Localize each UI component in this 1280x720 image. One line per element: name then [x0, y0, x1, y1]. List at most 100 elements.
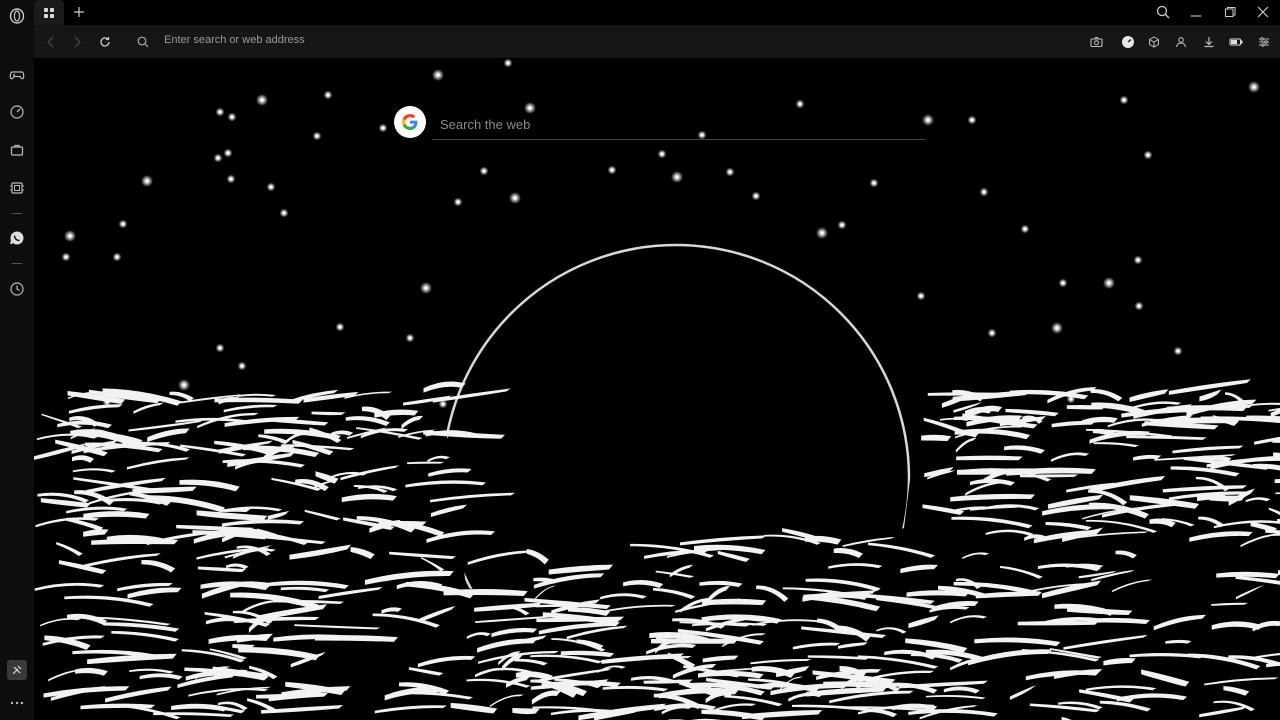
- wave-streak: [1090, 389, 1123, 402]
- wave-streak: [1066, 405, 1107, 410]
- address-search-icon: [134, 33, 152, 51]
- star-core: [269, 185, 273, 189]
- star-core: [728, 170, 732, 174]
- camera-icon[interactable]: [1087, 33, 1105, 51]
- star-core: [182, 383, 186, 387]
- star-core: [326, 93, 330, 97]
- star-core: [456, 200, 460, 204]
- more-icon[interactable]: [7, 693, 27, 713]
- star-core: [145, 179, 149, 183]
- star-core: [260, 98, 264, 102]
- web-search-input[interactable]: [432, 109, 926, 140]
- search-icon: [1156, 5, 1170, 19]
- star-core: [115, 255, 119, 259]
- star-core: [482, 169, 486, 173]
- star-core: [315, 134, 319, 138]
- star-core: [1146, 153, 1150, 157]
- reload-button[interactable]: [96, 33, 114, 51]
- star-core: [610, 168, 614, 172]
- google-icon[interactable]: [394, 106, 426, 138]
- star-core: [1055, 326, 1059, 330]
- star-core: [1176, 349, 1180, 353]
- star-core: [754, 194, 758, 198]
- address-input[interactable]: Enter search or web address: [164, 34, 305, 46]
- wave-streak: [133, 402, 164, 414]
- star-core: [970, 118, 974, 122]
- star-core: [381, 126, 385, 130]
- search-tabs-button[interactable]: [1152, 3, 1174, 21]
- minimize-button[interactable]: [1185, 3, 1207, 21]
- wave-streak: [702, 598, 767, 606]
- star-core: [230, 115, 234, 119]
- wave-streak: [1129, 389, 1169, 402]
- star-core: [240, 364, 244, 368]
- star-core: [1122, 98, 1126, 102]
- address-toolbar: Enter search or web address: [34, 25, 1280, 58]
- star-core: [513, 196, 517, 200]
- star-core: [506, 61, 510, 65]
- search-box: [394, 105, 926, 145]
- wave-streak: [1168, 379, 1251, 395]
- star-core: [441, 402, 445, 406]
- chip-icon[interactable]: [7, 178, 27, 198]
- forward-button[interactable]: [68, 33, 86, 51]
- battery-icon[interactable]: [1227, 33, 1245, 51]
- gamepad-icon[interactable]: [7, 65, 27, 85]
- star-core: [408, 336, 412, 340]
- wave-streak: [512, 707, 540, 715]
- star-core: [229, 177, 233, 181]
- close-button[interactable]: [1252, 3, 1274, 21]
- star-core: [64, 255, 68, 259]
- star-core: [1023, 227, 1027, 231]
- tab-strip: [34, 0, 1280, 25]
- star-core: [820, 231, 824, 235]
- history-icon[interactable]: [7, 279, 27, 299]
- back-button[interactable]: [42, 33, 60, 51]
- speed-icon[interactable]: [1119, 33, 1137, 51]
- wave-streak: [68, 404, 123, 414]
- briefcase-icon[interactable]: [7, 140, 27, 160]
- star-core: [424, 286, 428, 290]
- cube-icon[interactable]: [1145, 33, 1163, 51]
- star-core: [1252, 85, 1256, 89]
- new-tab-button[interactable]: [70, 3, 88, 21]
- reload-icon: [100, 37, 110, 47]
- star-core: [1137, 304, 1141, 308]
- speed-dial-page: [34, 58, 1280, 720]
- sidebar: [0, 0, 35, 720]
- star-core: [919, 294, 923, 298]
- star-core: [990, 331, 994, 335]
- star-core: [436, 73, 440, 77]
- settings-tool-icon[interactable]: [7, 660, 27, 680]
- star-core: [1136, 258, 1140, 262]
- star-core: [660, 152, 664, 156]
- star-core: [218, 110, 222, 114]
- minimize-icon: [1191, 15, 1201, 17]
- star-core: [982, 190, 986, 194]
- sidebar-divider: [12, 263, 22, 264]
- opera-logo-icon[interactable]: [7, 6, 27, 26]
- chevron-right-icon: [74, 36, 81, 48]
- tab-speed-dial[interactable]: [34, 0, 64, 25]
- star-core: [872, 181, 876, 185]
- star-core: [1061, 281, 1065, 285]
- grid-icon: [44, 7, 54, 18]
- close-icon: [1257, 6, 1269, 18]
- star-core: [1107, 281, 1111, 285]
- wallpaper: [34, 58, 1280, 720]
- restore-button[interactable]: [1219, 3, 1241, 21]
- chevron-left-icon: [47, 36, 54, 48]
- download-icon[interactable]: [1200, 33, 1218, 51]
- plus-icon: [74, 7, 84, 17]
- whatsapp-icon[interactable]: [7, 228, 27, 248]
- restore-icon: [1225, 7, 1236, 17]
- star-core: [226, 151, 230, 155]
- profile-icon[interactable]: [1172, 33, 1190, 51]
- easy-setup-icon[interactable]: [1255, 33, 1273, 51]
- star-core: [282, 211, 286, 215]
- speedometer-icon[interactable]: [7, 102, 27, 122]
- wave-streak: [1199, 389, 1222, 402]
- sidebar-divider: [12, 213, 22, 214]
- wave-streak: [921, 434, 952, 442]
- star-core: [121, 222, 125, 226]
